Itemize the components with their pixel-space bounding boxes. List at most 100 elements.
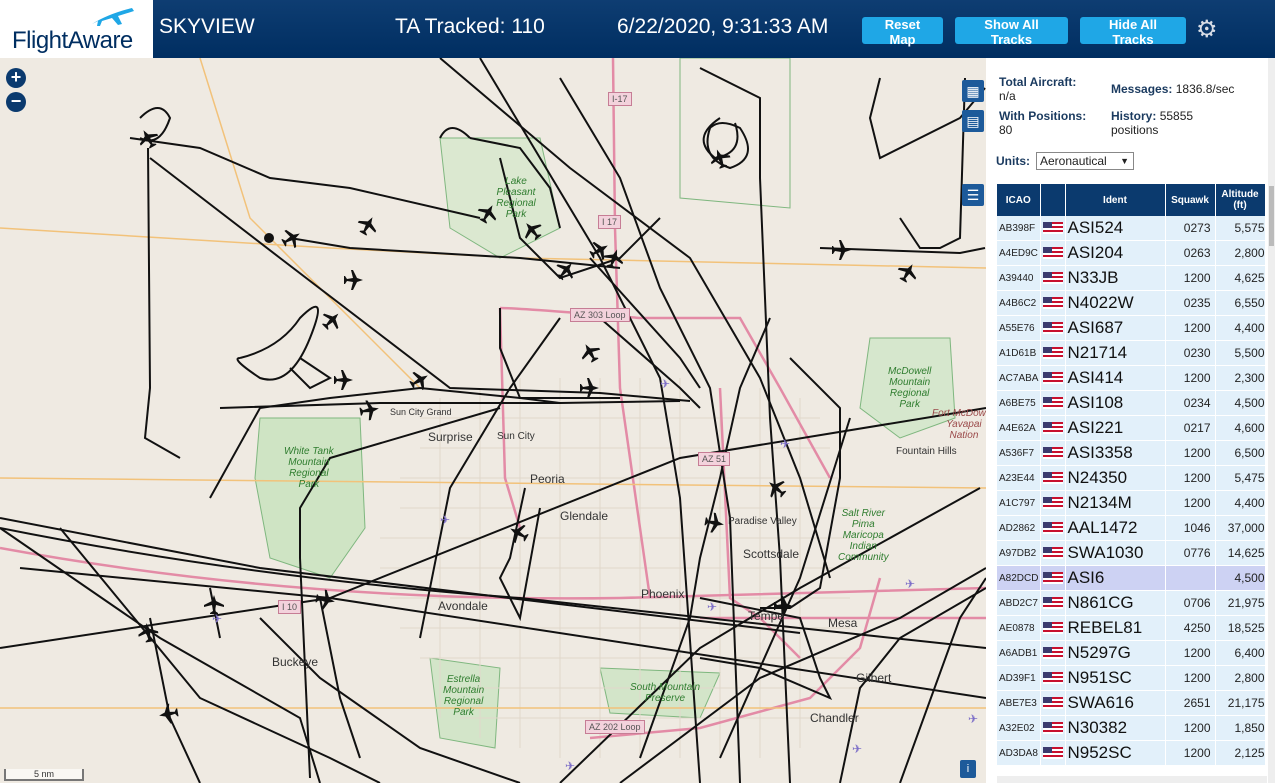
- sidebar-toggle-icon[interactable]: ☰: [962, 184, 984, 206]
- history-label: History:: [1111, 109, 1157, 123]
- hide-all-tracks-button[interactable]: Hide All Tracks: [1080, 17, 1186, 47]
- us-flag-icon: [1042, 247, 1063, 259]
- show-all-tracks-button[interactable]: Show All Tracks: [955, 17, 1068, 47]
- aircraft-squawk: 1200: [1165, 640, 1216, 666]
- aircraft-altitude: 4,400: [1215, 315, 1265, 341]
- reset-map-button[interactable]: Reset Map: [862, 17, 943, 47]
- table-row[interactable]: A1C797 N2134M 1200 4,400: [997, 490, 1265, 516]
- aircraft-squawk: 0235: [1165, 290, 1216, 316]
- aircraft-icon[interactable]: [344, 270, 363, 290]
- aircraft-ident: ASI3358: [1065, 440, 1166, 466]
- aircraft-altitude: 2,800: [1215, 240, 1265, 266]
- aircraft-icon[interactable]: [358, 399, 380, 422]
- aircraft-altitude: 4,625: [1215, 265, 1265, 291]
- logo-plane-icon: [92, 8, 134, 26]
- aircraft-icon[interactable]: [157, 702, 179, 725]
- aircraft-altitude: 4,500: [1215, 390, 1265, 416]
- aircraft-table-wrap[interactable]: ICAO Ident Squawk Altitude (ft) AB398F AS…: [997, 184, 1265, 783]
- table-row[interactable]: A55E76 ASI687 1200 4,400: [997, 315, 1265, 341]
- table-row[interactable]: ABD2C7 N861CG 0706 21,975: [997, 590, 1265, 616]
- table-row[interactable]: A6ADB1 N5297G 1200 6,400: [997, 640, 1265, 666]
- svg-text:✈: ✈: [707, 600, 717, 614]
- table-row[interactable]: AD2862 AAL1472 1046 37,000: [997, 515, 1265, 541]
- table-row[interactable]: A1D61B N21714 0230 5,500: [997, 340, 1265, 366]
- history-stat: History: 55855 positions: [1111, 109, 1193, 137]
- aircraft-icon[interactable]: [894, 259, 921, 285]
- table-row[interactable]: A82DCD ASI6 4,500: [997, 565, 1265, 591]
- zoom-out-button[interactable]: −: [6, 92, 26, 112]
- table-row[interactable]: AD3DA8 N952SC 1200 2,125: [997, 740, 1265, 766]
- aircraft-altitude: 2,300: [1215, 365, 1265, 391]
- park-label: Estrella Mountain Regional Park: [443, 674, 485, 718]
- aircraft-icao: AB398F: [997, 216, 1041, 241]
- total-aircraft-value: n/a: [999, 89, 1016, 103]
- aircraft-icon[interactable]: [334, 370, 353, 390]
- column-header-ident[interactable]: Ident: [1065, 184, 1166, 216]
- table-row[interactable]: AD39F1 N951SC 1200 2,800: [997, 665, 1265, 691]
- aircraft-squawk: 0217: [1165, 415, 1216, 441]
- aircraft-icon[interactable]: [832, 240, 851, 260]
- table-row[interactable]: A4E62A ASI221 0217 4,600: [997, 415, 1265, 441]
- aircraft-squawk: 1200: [1165, 265, 1216, 291]
- scrollbar-thumb[interactable]: [1269, 186, 1274, 246]
- vertical-scrollbar[interactable]: [1268, 58, 1275, 783]
- table-row[interactable]: AB398F ASI524 0273 5,575: [997, 216, 1265, 241]
- us-flag-icon: [1042, 222, 1063, 234]
- gear-icon[interactable]: ⚙: [1196, 15, 1218, 44]
- map-view[interactable]: ✈ ✈ ✈ ✈ ✈ ✈ ✈ ✈ ✈ + − ▦ ▤ ☰ i 5 nm Surprise Su…: [0, 58, 986, 783]
- place-label: Tempe: [748, 609, 785, 623]
- table-row[interactable]: A536F7 ASI3358 1200 6,500: [997, 440, 1265, 466]
- flag-icon: [1040, 715, 1066, 741]
- tracked-count: TA Tracked: 110: [395, 15, 545, 38]
- place-label: Sun City Grand: [390, 407, 452, 417]
- aircraft-squawk: 1200: [1165, 740, 1216, 766]
- aircraft-squawk: 1200: [1165, 315, 1216, 341]
- table-row[interactable]: A6BE75 ASI108 0234 4,500: [997, 390, 1265, 416]
- aircraft-icon[interactable]: [580, 378, 599, 398]
- svg-text:✈: ✈: [968, 712, 978, 726]
- aircraft-icon[interactable]: [354, 212, 381, 238]
- table-row[interactable]: AC7ABA ASI414 1200 2,300: [997, 365, 1265, 391]
- map-layers-icon[interactable]: ▦: [962, 80, 984, 102]
- column-header-icao[interactable]: ICAO: [997, 184, 1041, 216]
- table-row[interactable]: A23E44 N24350 1200 5,475: [997, 465, 1265, 491]
- zoom-in-button[interactable]: +: [6, 68, 26, 88]
- flag-icon: [1040, 515, 1066, 541]
- aircraft-icon[interactable]: [318, 307, 346, 335]
- park-boundary: [679, 58, 791, 209]
- flightaware-logo[interactable]: FlightAware: [0, 0, 153, 58]
- table-row[interactable]: A39440 N33JB 1200 4,625: [997, 265, 1265, 291]
- map-scale: 5 nm: [4, 769, 84, 781]
- aircraft-altitude: 4,600: [1215, 415, 1265, 441]
- park-label: Fort McDowell Yavapai Nation: [932, 408, 986, 441]
- table-row[interactable]: AE0878 REBEL81 4250 18,525: [997, 615, 1265, 641]
- aircraft-icon[interactable]: [314, 588, 336, 611]
- table-row[interactable]: ABE7E3 SWA616 2651 21,175: [997, 690, 1265, 716]
- with-positions-label: With Positions:: [999, 109, 1087, 123]
- grid-toggle-icon[interactable]: ▤: [962, 110, 984, 132]
- aircraft-icon[interactable]: [278, 225, 304, 252]
- aircraft-dot[interactable]: [264, 233, 274, 243]
- place-label: Phoenix: [641, 587, 685, 601]
- table-row[interactable]: A4ED9C ASI204 0263 2,800: [997, 240, 1265, 266]
- horizontal-scrollbar[interactable]: [997, 776, 1267, 783]
- current-datetime: 6/22/2020, 9:31:33 AM: [617, 15, 829, 38]
- column-header-squawk[interactable]: Squawk: [1165, 184, 1216, 216]
- aircraft-sidebar: Total Aircraft: n/a With Positions: 80 M…: [986, 58, 1275, 783]
- info-icon[interactable]: i: [960, 760, 976, 778]
- table-row[interactable]: A4B6C2 N4022W 0235 6,550: [997, 290, 1265, 316]
- aircraft-altitude: 5,475: [1215, 465, 1265, 491]
- park-label: Salt River Pima Maricopa Indian Communit…: [838, 508, 889, 563]
- table-row[interactable]: A97DB2 SWA1030 0776 14,625: [997, 540, 1265, 566]
- aircraft-icao: A4ED9C: [997, 240, 1041, 266]
- column-header-flag[interactable]: [1040, 184, 1066, 216]
- aircraft-icon[interactable]: [577, 339, 604, 365]
- units-label: Units:: [996, 154, 1030, 168]
- units-select[interactable]: Aeronautical ▼: [1036, 152, 1134, 170]
- column-header-altitude[interactable]: Altitude (ft): [1215, 184, 1265, 216]
- table-row[interactable]: A32E02 N30382 1200 1,850: [997, 715, 1265, 741]
- aircraft-ident: N33JB: [1065, 265, 1166, 291]
- flag-icon: [1040, 240, 1066, 266]
- map-canvas[interactable]: ✈ ✈ ✈ ✈ ✈ ✈ ✈ ✈ ✈: [0, 58, 986, 783]
- flag-icon: [1040, 740, 1066, 766]
